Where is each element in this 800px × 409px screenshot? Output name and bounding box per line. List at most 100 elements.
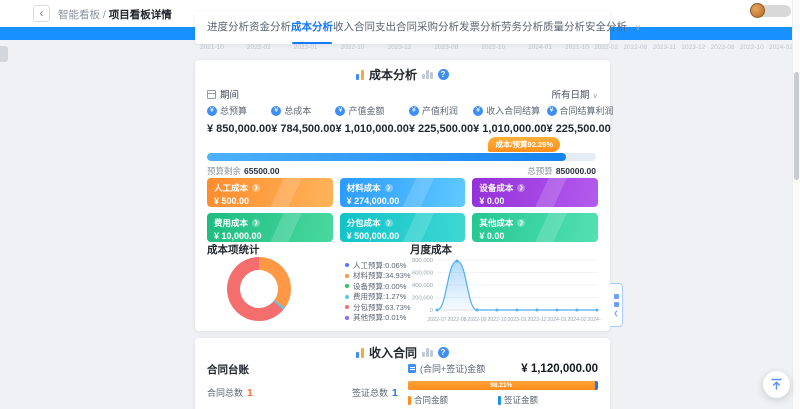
coin-icon: ¥	[207, 106, 217, 116]
metric-label: 产值利润	[422, 104, 458, 117]
chart-icon	[356, 348, 364, 358]
cost-type-card[interactable]: 人工成本❯ ¥ 500.00	[207, 178, 333, 207]
metric: ¥产值金额 ¥ 1,010,000.00	[335, 104, 408, 135]
svg-text:2023-01: 2023-01	[507, 317, 526, 323]
analysis-tab[interactable]: 劳务分析	[501, 11, 543, 44]
avatar[interactable]	[750, 3, 765, 18]
back-button[interactable]: ‹	[33, 5, 50, 22]
axis-date-label: 2021-10	[200, 44, 224, 51]
cost-type-card[interactable]: 其他成本❯ ¥ 0.00	[472, 213, 598, 242]
axis-date-label: 2024-02	[769, 44, 793, 51]
axis-date-label: 2023-08	[711, 44, 735, 51]
cost-card-label: 分包成本	[347, 217, 381, 229]
cost-card-label: 其他成本	[479, 217, 513, 229]
cost-type-card[interactable]: 材料成本❯ ¥ 274,000.00	[340, 178, 466, 207]
cost-card-value: ¥ 500,000.00	[347, 231, 459, 241]
amount-label: (合同+签证)金额	[420, 362, 485, 375]
legend-value: 0.00%	[385, 282, 406, 291]
legend-dot	[345, 274, 349, 278]
svg-text:2023-12: 2023-12	[527, 317, 546, 323]
legend-label: 材料预算	[353, 270, 385, 281]
background-axis-dates-right: 2021-102022-022022-082023-112023-122023-…	[565, 44, 793, 51]
analysis-tab[interactable]: 发票分析	[459, 11, 501, 44]
cost-type-card[interactable]: 费用成本❯ ¥ 10,000.00	[207, 213, 333, 242]
analysis-tab[interactable]: 质量分析	[543, 11, 585, 44]
chevron-right-icon: ❯	[517, 219, 525, 227]
period-row: 期间 所有日期∨	[207, 87, 598, 101]
legend-label: 分包预算	[353, 302, 385, 313]
svg-text:600,000: 600,000	[412, 271, 433, 277]
cost-card-label: 人工成本	[214, 182, 248, 194]
cost-card-label: 费用成本	[214, 217, 248, 229]
breadcrumb-root[interactable]: 智能看板	[58, 9, 100, 21]
cost-type-card[interactable]: 分包成本❯ ¥ 500,000.00	[340, 213, 466, 242]
pie-chart-title: 成本项统计	[207, 242, 260, 257]
help-icon[interactable]: ?	[438, 347, 449, 358]
back-to-top-button[interactable]	[763, 371, 790, 398]
metric: ¥总预算 ¥ 850,000.00	[207, 104, 271, 135]
chevron-down-icon[interactable]: ∨	[635, 23, 641, 32]
period-label-wrap: 期间	[207, 87, 239, 101]
legend-value: 0.06%	[385, 261, 406, 270]
chevron-left-icon: ❮	[613, 310, 618, 317]
metric-value: ¥ 225,500.00	[409, 123, 473, 135]
scrollbar-thumb[interactable]	[794, 72, 799, 180]
legend-dot	[345, 305, 349, 309]
coin-icon: ¥	[473, 106, 483, 116]
axis-date-label: 2024-01	[528, 44, 552, 51]
legend-label: 签证金额	[504, 394, 538, 406]
stats-icon	[422, 348, 433, 357]
axis-date-label: 2022-08	[623, 44, 647, 51]
metric: ¥总成本 ¥ 784,500.00	[271, 104, 335, 135]
metric: ¥合同结算利润 ¥ 225,500.00	[547, 104, 614, 135]
help-icon[interactable]: ?	[438, 69, 449, 80]
cost-type-card[interactable]: 设备成本❯ ¥ 0.00	[472, 178, 598, 207]
axis-date-label: 2022-02	[594, 44, 618, 51]
svg-text:2022-07: 2022-07	[427, 317, 446, 323]
income-amount-block: (合同+签证)金额 ¥ 1,120,000.00 98.21% 合同金额 ¥ 1…	[408, 362, 598, 409]
svg-text:800,000: 800,000	[412, 258, 433, 264]
axis-date-label: 2022-02	[247, 44, 271, 51]
svg-text:400,000: 400,000	[412, 283, 433, 289]
income-contract-card: 收入合同 ? 合同台账 合同总数1 签证总数1 (合同+签证)金额 ¥ 1,12…	[195, 338, 610, 409]
breadcrumb: 智能看板 / 项目看板详情	[58, 7, 172, 22]
legend-label: 人工预算	[353, 260, 385, 271]
coin-icon: ¥	[271, 106, 281, 116]
metric: ¥产值利润 ¥ 225,500.00	[409, 104, 473, 135]
calendar-icon	[207, 90, 216, 99]
contract-bar-fill: 98.21%	[408, 381, 595, 390]
left-scroll-handle[interactable]	[0, 46, 8, 62]
date-filter-dropdown[interactable]: 所有日期∨	[551, 87, 598, 101]
axis-date-label: 2022-10	[481, 44, 505, 51]
analysis-tab[interactable]: 支出合同	[375, 11, 417, 44]
legend-dot	[345, 295, 349, 299]
handle-dot	[614, 302, 619, 307]
chart-icon	[356, 70, 364, 80]
analysis-tab[interactable]: 进度分析	[207, 11, 249, 44]
analysis-tab[interactable]: 采购分析	[417, 11, 459, 44]
analysis-tab[interactable]: 成本分析	[291, 11, 333, 44]
axis-date-label: 2023-01	[294, 44, 318, 51]
axis-date-label: 2021-10	[565, 44, 589, 51]
budget-total: 总预算850000.00	[527, 165, 596, 177]
legend-value: 1.27%	[385, 292, 406, 301]
amount-label-wrap: (合同+签证)金额	[408, 362, 485, 375]
pie-legend-item: 人工预算 0.06%	[345, 260, 411, 271]
svg-text:2022-10: 2022-10	[487, 317, 506, 323]
legend-marker	[408, 396, 411, 405]
legend-marker	[498, 396, 501, 405]
cost-card-value: ¥ 500.00	[214, 196, 326, 206]
pie-legend: 人工预算 0.06% 材料预算 34.93% 设备预算 0.00%	[345, 260, 411, 323]
scrollbar-track[interactable]	[792, 0, 800, 409]
side-panel-handle[interactable]: ❮	[610, 283, 623, 327]
pie-legend-item: 费用预算 1.27%	[345, 292, 411, 303]
svg-text:2024-02: 2024-02	[567, 317, 586, 323]
background-axis-dates-left: 2021-102022-022023-012022-102023-122023-…	[200, 44, 552, 51]
analysis-tab[interactable]: 资金分析	[249, 11, 291, 44]
analysis-tab[interactable]: 安全分析	[585, 11, 627, 44]
analysis-tab-bar: 进度分析 资金分析 成本分析 收入合同 支出合同 采购分析 发票分析 劳务分析 …	[195, 11, 610, 44]
pie-legend-item: 设备预算 0.00%	[345, 281, 411, 292]
analysis-tab[interactable]: 收入合同	[333, 11, 375, 44]
axis-date-label: 2022-10	[341, 44, 365, 51]
cost-card-value: ¥ 274,000.00	[347, 196, 459, 206]
